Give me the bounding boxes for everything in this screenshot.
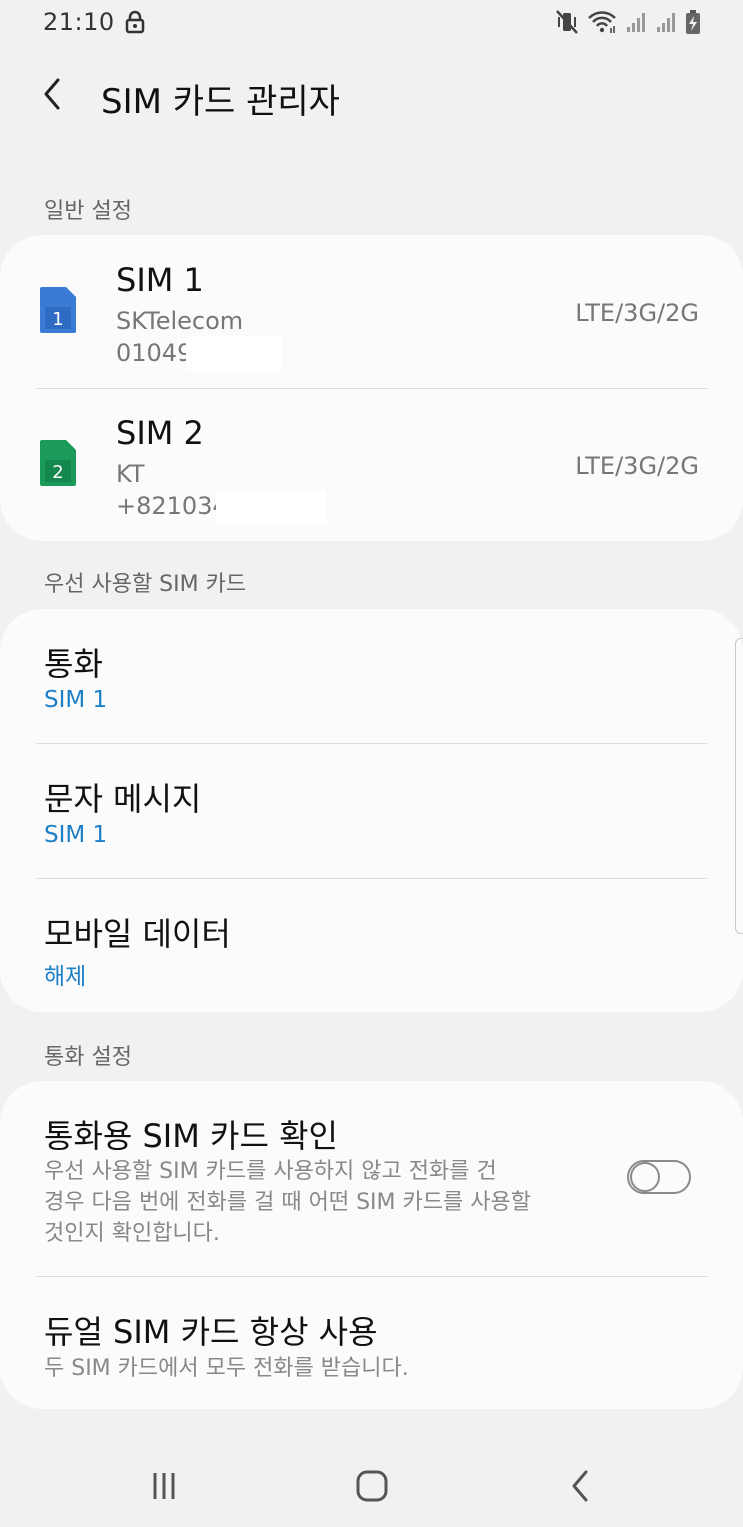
- redaction-box: [186, 337, 282, 371]
- confirm-sim-toggle[interactable]: [627, 1160, 691, 1194]
- signal-sim1-icon: [625, 10, 647, 38]
- recents-button[interactable]: [140, 1462, 188, 1510]
- page-title: SIM 카드 관리자: [101, 82, 340, 122]
- mute-vibrate-icon: [555, 9, 579, 39]
- back-button[interactable]: [32, 74, 72, 114]
- svg-text:2: 2: [52, 462, 63, 483]
- sim-network-type: LTE/3G/2G: [575, 299, 699, 327]
- lock-icon: [124, 10, 146, 38]
- pref-item-mobile-data[interactable]: 모바일 데이터 해제: [0, 879, 743, 1013]
- status-bar: 21:10: [0, 0, 743, 46]
- wifi-icon: [587, 9, 617, 39]
- sim-card-icon: 1: [40, 287, 76, 333]
- app-bar: SIM 카드 관리자: [0, 60, 743, 132]
- redaction-box: [216, 490, 326, 524]
- call-settings-list: 통화용 SIM 카드 확인 우선 사용할 SIM 카드를 사용하지 않고 전화를…: [0, 1081, 743, 1409]
- chevron-left-icon: [44, 78, 60, 110]
- preferred-sim-list: 통화 SIM 1 문자 메시지 SIM 1 모바일 데이터 해제: [0, 609, 743, 1012]
- home-button[interactable]: [348, 1462, 396, 1510]
- recents-icon: [153, 1473, 175, 1499]
- system-icons: [555, 9, 701, 39]
- confirm-sim-setting[interactable]: 통화용 SIM 카드 확인 우선 사용할 SIM 카드를 사용하지 않고 전화를…: [0, 1081, 743, 1276]
- sim-item-2[interactable]: 2 SIM 2 KT +821034 LTE/3G/2G: [0, 388, 743, 538]
- pref-title: 문자 메시지: [44, 780, 202, 818]
- sim-carrier: KT: [116, 460, 145, 488]
- setting-desc-line: 경우 다음 번에 전화를 걸 때 어떤 SIM 카드를 사용할: [44, 1190, 531, 1215]
- pref-value: SIM 1: [44, 822, 108, 848]
- setting-desc-line: 우선 사용할 SIM 카드를 사용하지 않고 전화를 건: [44, 1159, 497, 1184]
- pref-item-messages[interactable]: 문자 메시지 SIM 1: [0, 744, 743, 878]
- back-icon: [572, 1470, 588, 1502]
- setting-title: 통화용 SIM 카드 확인: [44, 1117, 338, 1155]
- home-icon: [356, 1470, 388, 1502]
- nav-back-button[interactable]: [556, 1462, 604, 1510]
- sim-name: SIM 2: [116, 414, 204, 452]
- sim-item-1[interactable]: 1 SIM 1 SKTelecom 01049 LTE/3G/2G: [0, 235, 743, 385]
- signal-sim2-icon: [655, 10, 677, 38]
- dual-sim-setting[interactable]: 듀얼 SIM 카드 항상 사용 두 SIM 카드에서 모두 전화를 받습니다.: [0, 1277, 743, 1409]
- scroll-indicator[interactable]: [735, 638, 743, 934]
- sim-name: SIM 1: [116, 261, 204, 299]
- status-time: 21:10: [43, 8, 115, 36]
- section-label-preferred: 우선 사용할 SIM 카드: [44, 572, 247, 597]
- sim-card-list: 1 SIM 1 SKTelecom 01049 LTE/3G/2G 2 SIM …: [0, 235, 743, 541]
- sim-number: 01049: [116, 339, 193, 367]
- toggle-knob: [630, 1162, 660, 1192]
- pref-value: SIM 1: [44, 687, 108, 713]
- pref-title: 통화: [44, 645, 103, 683]
- navigation-bar: [0, 1440, 743, 1527]
- pref-item-calls[interactable]: 통화 SIM 1: [0, 609, 743, 743]
- section-label-general: 일반 설정: [44, 199, 132, 224]
- sim-carrier: SKTelecom: [116, 307, 244, 335]
- battery-charging-icon: [685, 9, 701, 39]
- sim-network-type: LTE/3G/2G: [575, 452, 699, 480]
- setting-desc-line: 것인지 확인합니다.: [44, 1221, 220, 1246]
- setting-desc: 두 SIM 카드에서 모두 전화를 받습니다.: [44, 1356, 409, 1381]
- svg-text:1: 1: [52, 309, 63, 330]
- sim-card-icon: 2: [40, 440, 76, 486]
- pref-title: 모바일 데이터: [44, 915, 231, 953]
- setting-title: 듀얼 SIM 카드 항상 사용: [44, 1313, 378, 1351]
- sim-number: +821034: [116, 492, 228, 520]
- pref-value: 해제: [44, 964, 87, 990]
- section-label-call-settings: 통화 설정: [44, 1045, 132, 1070]
